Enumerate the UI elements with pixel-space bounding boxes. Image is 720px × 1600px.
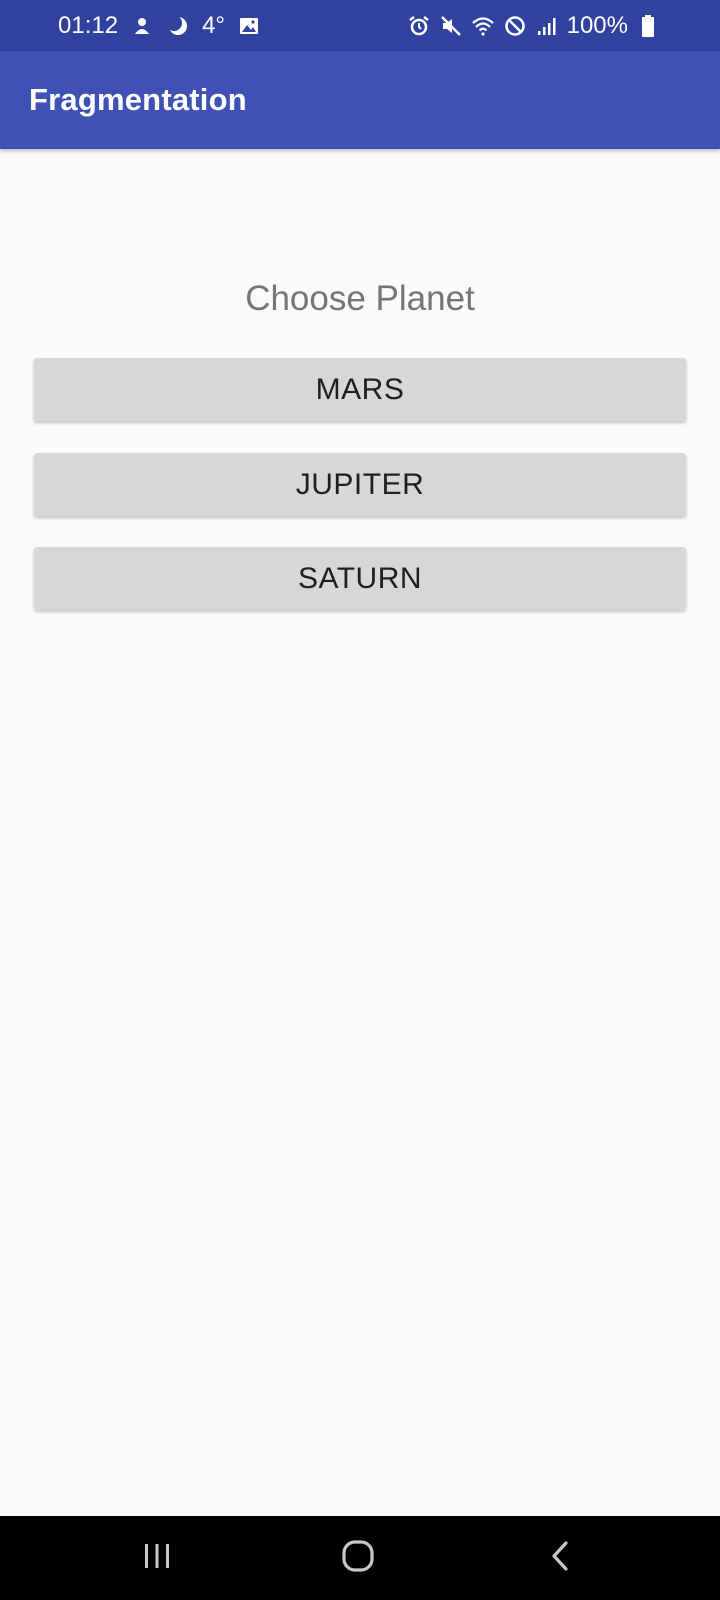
mute-icon xyxy=(439,14,463,38)
status-right: 100% xyxy=(407,0,660,51)
navigation-bar xyxy=(0,1516,720,1600)
battery-icon xyxy=(636,14,660,38)
status-battery: 100% xyxy=(566,11,628,39)
status-temperature: 4° xyxy=(202,11,226,39)
moon-icon xyxy=(166,14,190,38)
status-time: 01:12 xyxy=(58,11,119,39)
alarm-icon xyxy=(407,14,431,38)
page-heading: Choose Planet xyxy=(245,279,475,318)
app-bar: Fragmentation xyxy=(0,51,720,149)
back-button[interactable] xyxy=(500,1516,620,1600)
screen: 01:12 4° 100% Fragmentation Choose Plane… xyxy=(0,0,720,1600)
main-content: Choose Planet MARS JUPITER SATURN xyxy=(0,149,720,1516)
signal-icon xyxy=(535,14,559,38)
mars-button[interactable]: MARS xyxy=(34,358,686,421)
dnd-icon xyxy=(503,14,527,38)
home-icon xyxy=(341,1539,375,1578)
saturn-button[interactable]: SATURN xyxy=(34,547,686,610)
image-icon xyxy=(237,14,261,38)
status-bar: 01:12 4° 100% xyxy=(0,0,720,51)
recents-button[interactable] xyxy=(97,1516,217,1600)
jupiter-button[interactable]: JUPITER xyxy=(34,453,686,516)
app-notification-icon xyxy=(130,14,154,38)
recents-icon xyxy=(141,1541,173,1576)
status-left: 01:12 4° xyxy=(58,0,261,51)
back-icon xyxy=(548,1539,572,1578)
home-button[interactable] xyxy=(298,1516,418,1600)
app-title: Fragmentation xyxy=(29,82,247,117)
wifi-icon xyxy=(471,14,495,38)
